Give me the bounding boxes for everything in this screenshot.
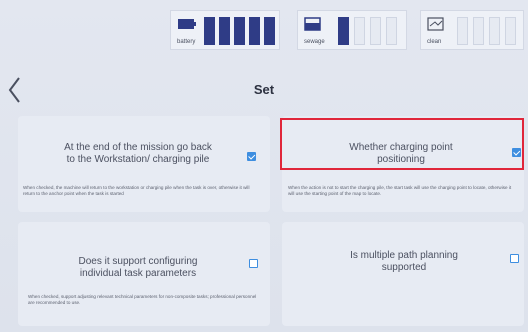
setting-card-individual-task-parameters: Does it support configuring individual t… [18,222,270,326]
sewage-label: sewage [304,39,325,45]
multiple-path-planning-checkbox[interactable] [510,254,519,263]
clean-tank-icon [427,17,444,31]
setting-description: When the action is not to start the char… [288,185,512,196]
sewage-gauge: sewage [297,10,407,50]
clean-level-segment [489,17,500,45]
clean-level-segment [505,17,516,45]
highlight-box [280,118,524,170]
setting-description: When checked, the machine will return to… [23,185,250,196]
setting-description: When checked, support adjusting relevant… [28,294,257,305]
sewage-level-segment [386,17,397,45]
battery-level-segment [234,17,245,45]
sewage-level-segment [338,17,349,45]
battery-level-segment [249,17,260,45]
settings-screen: battery sewage clean Set At the end of t… [0,0,528,332]
status-bar: battery sewage clean [0,0,528,56]
sewage-tank-icon [304,17,321,31]
page-header: Set [0,72,528,108]
clean-label: clean [427,39,442,45]
battery-label: battery [177,39,196,45]
clean-gauge: clean [420,10,524,50]
battery-icon [178,19,196,29]
return-to-workstation-checkbox[interactable] [247,152,256,161]
clean-level-segment [457,17,468,45]
individual-task-parameters-checkbox[interactable] [249,259,258,268]
battery-level-segment [264,17,275,45]
clean-level-segment [473,17,484,45]
page-title: Set [253,82,275,97]
setting-card-return-to-workstation: At the end of the mission go back to the… [18,116,270,212]
battery-level-segment [219,17,230,45]
setting-title: Does it support configuring individual t… [78,256,198,279]
battery-gauge: battery [170,10,280,50]
setting-title: Is multiple path planning supported [350,250,458,273]
sewage-level-segment [370,17,381,45]
setting-title: At the end of the mission go back to the… [64,142,212,165]
battery-level-segment [204,17,215,45]
setting-card-multiple-path-planning: Is multiple path planning supported [282,222,524,326]
sewage-level-segment [354,17,365,45]
